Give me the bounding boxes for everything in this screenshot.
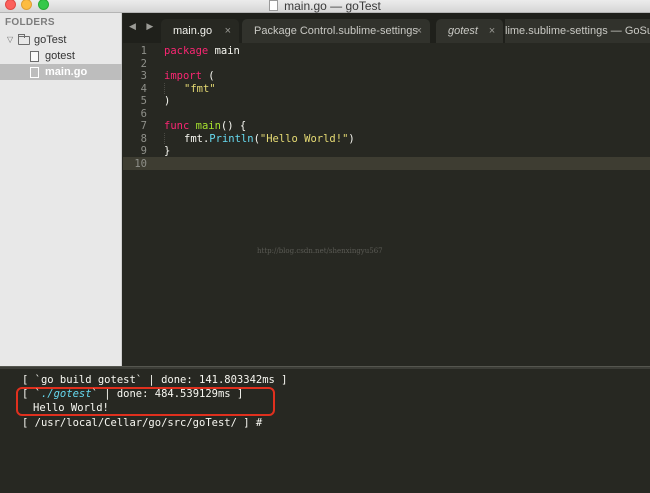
tab-gotest[interactable]: gotest ×	[436, 19, 503, 43]
console-output-panel[interactable]: [ `go build gotest` | done: 141.803342ms…	[0, 369, 650, 493]
tab-nav-arrows-icon[interactable]: ◀ ▶	[129, 21, 157, 32]
file-label: main.go	[45, 66, 88, 78]
tab-gosublime-settings[interactable]: lime.sublime-settings — GoSubli	[505, 19, 650, 43]
tab-label: gotest	[448, 25, 478, 37]
title-bar: main.go — goTest	[0, 0, 650, 13]
line-number: 5	[140, 95, 147, 107]
sidebar-file-main-go[interactable]: main.go	[0, 64, 122, 80]
console-line-build: [ `go build gotest` | done: 141.803342ms…	[22, 374, 288, 386]
code-token: )	[348, 132, 355, 145]
file-icon	[30, 51, 39, 62]
watermark-text: http://blog.csdn.net/shenxingyu567	[257, 247, 383, 255]
keyword-token: func	[164, 120, 190, 132]
sidebar-folder-gotest[interactable]: ▽ goTest	[0, 32, 122, 48]
sidebar: FOLDERS ▽ goTest gotest main.go	[0, 13, 122, 366]
tab-main-go[interactable]: main.go ×	[161, 19, 239, 43]
code-token: (	[201, 70, 215, 82]
tab-label: main.go	[173, 25, 213, 37]
indent-guide	[164, 132, 184, 144]
code-line-7: func main() {	[164, 120, 246, 133]
line-number: 7	[140, 120, 147, 132]
console-line-output: Hello World!	[33, 402, 109, 414]
folder-label: goTest	[34, 34, 67, 46]
function-token: main	[189, 120, 221, 132]
line-number: 6	[140, 107, 147, 120]
code-token: () {	[220, 120, 247, 132]
keyword-token: package	[164, 45, 209, 57]
tab-package-control-settings[interactable]: Package Control.sublime-settings ×	[242, 19, 430, 43]
code-token: fmt.	[184, 132, 210, 145]
window-title-wrap: main.go — goTest	[0, 0, 650, 13]
line-number: 9	[140, 145, 147, 157]
code-line-5: )	[164, 95, 170, 108]
code-line-1: package main	[164, 45, 240, 58]
document-icon	[269, 0, 279, 11]
disclosure-triangle-icon[interactable]: ▽	[7, 32, 13, 48]
code-line-8: fmt.Println("Hello World!")	[164, 132, 355, 146]
code-line-3: import (	[164, 70, 215, 83]
tab-close-icon[interactable]: ×	[489, 19, 495, 43]
tab-label: lime.sublime-settings — GoSubli	[505, 25, 650, 37]
folder-icon	[18, 34, 30, 45]
console-token: ` | done: 484.539129ms ]	[91, 388, 244, 400]
indent-guide	[164, 82, 184, 94]
line-number: 3	[140, 70, 147, 82]
line-number: 4	[140, 82, 147, 95]
string-token: "fmt"	[184, 82, 216, 95]
code-line-9: }	[164, 145, 170, 158]
line-number-gutter: 1 2 3 4 5 6 7 8 9 10	[123, 43, 153, 366]
code-editor[interactable]: 1 2 3 4 5 6 7 8 9 10 package main import…	[123, 43, 650, 366]
string-token: "Hello World!"	[259, 132, 349, 145]
console-token: [ `	[22, 388, 41, 400]
line-number: 10	[134, 157, 147, 170]
console-prompt[interactable]: [ /usr/local/Cellar/go/src/goTest/ ] #	[22, 417, 262, 430]
builtin-token: Println	[209, 132, 254, 145]
code-token: main	[208, 45, 240, 57]
folders-header: FOLDERS	[5, 17, 55, 28]
code-token: }	[164, 145, 171, 157]
console-line-run: [ `./gotest` | done: 484.539129ms ]	[22, 388, 243, 401]
tab-close-icon[interactable]: ×	[416, 19, 422, 43]
window-title: main.go — goTest	[284, 0, 381, 13]
console-command-token: ./gotest	[40, 388, 92, 400]
tab-bar: ◀ ▶ main.go × Package Control.sublime-se…	[123, 13, 650, 43]
sidebar-file-gotest[interactable]: gotest	[0, 48, 122, 64]
code-line-4: "fmt"	[164, 82, 216, 96]
line-number: 1	[140, 45, 147, 57]
code-token: )	[164, 95, 171, 107]
file-label: gotest	[45, 50, 75, 62]
tab-label: Package Control.sublime-settings	[254, 25, 418, 37]
tab-close-icon[interactable]: ×	[225, 19, 231, 43]
file-icon	[30, 67, 39, 78]
line-number: 8	[140, 132, 147, 145]
current-line-highlight	[123, 157, 650, 170]
keyword-token: import	[164, 70, 202, 82]
line-number: 2	[140, 57, 147, 70]
